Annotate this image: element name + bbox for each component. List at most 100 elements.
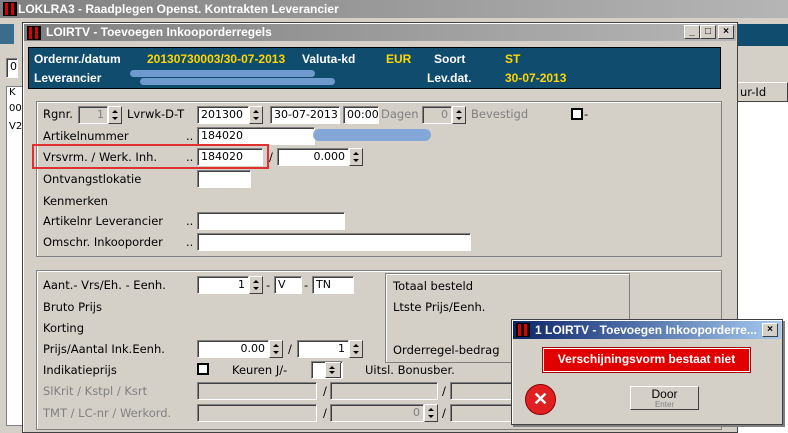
werk-inh-spinner[interactable] [349, 148, 363, 166]
vrsvrm-label: Vrsvrm. / Werk. Inh. [43, 150, 158, 164]
lvrwk-time-input[interactable]: 00:00 [343, 106, 379, 124]
tmt-sep-1: / [323, 406, 327, 420]
bg-window-strip [0, 24, 14, 44]
lvrwk-label: Lvrwk-D-T [127, 107, 185, 121]
app-icon [3, 2, 17, 16]
indikatieprijs-checkbox[interactable] [197, 363, 209, 375]
error-dialog-app-icon [516, 323, 530, 337]
valuta-label: Valuta-kd [302, 52, 356, 66]
korting-label: Korting [43, 321, 85, 335]
bg-grid-header-k: K [9, 87, 16, 98]
slkrit-input[interactable] [197, 382, 317, 400]
minimize-button[interactable]: _ [684, 25, 700, 39]
bevestigd-label: Bevestigd [471, 107, 529, 121]
prijs-spinner[interactable] [269, 340, 283, 358]
ontvangstlokatie-input[interactable] [197, 170, 251, 188]
slkrit-sep-2: / [442, 384, 446, 398]
omschr-inkooporder-label: Omschr. Inkooporder [43, 235, 163, 249]
door-button-sublabel: Enter [654, 400, 675, 409]
werk-separator: / [269, 150, 273, 164]
bg-grid-cell-v2: V2 [9, 121, 23, 132]
omschr-inkooporder-dots: .. [186, 235, 194, 249]
bg-window-title: LOKLRA3 - Raadplegen Openst. Kontrakten … [18, 2, 339, 16]
leverancier-label: Leverancier [34, 71, 102, 85]
dagen-spinner[interactable] [452, 106, 466, 124]
artikelnr-leverancier-input[interactable] [197, 212, 345, 230]
bg-input-left[interactable]: 0 [6, 58, 18, 78]
ksrt-input[interactable] [450, 382, 514, 400]
tmt-input[interactable] [197, 404, 317, 422]
keuren-dropdown-icon[interactable] [325, 362, 341, 378]
dagen-input[interactable]: 0 [422, 106, 452, 124]
keuren-label: Keuren J/- [232, 363, 288, 377]
artikelnr-leverancier-label: Artikelnr Leverancier [43, 214, 164, 228]
indikatieprijs-label: Indikatieprijs [43, 363, 117, 377]
aantal-label: Aant.- Vrs/Eh. - Eenh. [43, 278, 166, 292]
slkrit-label: SlKrit / Kstpl / Ksrt [43, 384, 148, 398]
bg-col-header-label: ur-Id [740, 85, 767, 99]
ltste-prijs-label: Ltste Prijs/Eenh. [393, 300, 486, 314]
aantal-sep-1: - [266, 278, 271, 292]
prijs-input[interactable]: 0.00 [197, 340, 269, 358]
main-app-icon [27, 26, 41, 40]
prijs-aantal-label: Prijs/Aantal Ink.Eenh. [43, 342, 165, 356]
lvrwk-week-spinner[interactable] [249, 106, 263, 124]
vrs-eh-input[interactable]: V [274, 276, 302, 294]
lcnr-spinner[interactable] [424, 404, 438, 422]
door-button[interactable]: Door Enter [630, 386, 699, 410]
artikelnummer-label: Artikelnummer [43, 129, 129, 143]
vrsvrm-input[interactable]: 184020 [197, 148, 263, 166]
maximize-button[interactable]: □ [700, 25, 716, 39]
redacted-supplier-scribble [130, 70, 315, 77]
prijs-separator: / [288, 342, 292, 356]
error-dialog-close-button[interactable]: × [762, 323, 778, 337]
levdat-label: Lev.dat. [427, 71, 472, 85]
artikelnummer-input[interactable]: 184020 [197, 127, 315, 145]
aantal-sep-2: - [304, 278, 309, 292]
rgnr-spinner[interactable] [108, 106, 122, 124]
prijs-aantal-input[interactable]: 1 [297, 340, 349, 358]
main-window-title: LOIRTV - Toevoegen Inkooporderregels [46, 25, 272, 39]
uitsl-bonusber-label: Uitsl. Bonusber. [365, 363, 455, 377]
aantal-spinner[interactable] [249, 276, 263, 294]
kstpl-input[interactable] [330, 382, 438, 400]
bevestigd-checkbox[interactable] [571, 108, 583, 120]
prijs-aantal-spinner[interactable] [349, 340, 363, 358]
bg-window-titlebar[interactable]: LOKLRA3 - Raadplegen Openst. Kontrakten … [0, 0, 788, 18]
dagen-label: Dagen [381, 107, 419, 121]
lvrwk-date-input[interactable]: 30-07-2013 [270, 106, 340, 124]
aantal-input[interactable]: 1 [197, 276, 249, 294]
error-dialog-title: 1 LOIRTV - Toevoegen Inkooporderre... [535, 323, 757, 337]
eenheid-input[interactable]: TN [312, 276, 354, 294]
redacted-supplier-scribble-2 [140, 78, 335, 85]
bg-window-blue-bar [735, 24, 788, 46]
levdat-value: 30-07-2013 [505, 71, 567, 85]
omschr-inkooporder-input[interactable] [197, 233, 471, 251]
error-message-text: Verschijningsvorm bestaat niet [557, 352, 736, 366]
redacted-article-scribble [313, 129, 431, 141]
totaal-besteld-label: Totaal besteld [393, 279, 474, 293]
error-dialog-titlebar[interactable]: 1 LOIRTV - Toevoegen Inkooporderre... [513, 321, 781, 339]
kenmerken-label: Kenmerken [43, 194, 108, 208]
order-header-band [28, 47, 721, 89]
valuta-value: EUR [386, 52, 412, 66]
tmt-sep-2: / [442, 406, 446, 420]
lvrwk-week-input[interactable]: 201300 [197, 106, 249, 124]
artikelnr-leverancier-dots: .. [186, 214, 194, 228]
close-button[interactable]: × [718, 25, 734, 39]
artikelnummer-dots: .. [186, 129, 194, 143]
werk-inh-input[interactable]: 0.000 [277, 148, 349, 166]
error-icon: ✕ [525, 384, 556, 415]
orderregel-bedrag-label: Orderregel-bedrag [393, 343, 500, 357]
werkord-input[interactable] [450, 404, 514, 422]
vrsvrm-dots: .. [186, 150, 194, 164]
rgnr-input[interactable]: 1 [78, 106, 108, 124]
ontvangstlokatie-label: Ontvangstlokatie [43, 172, 142, 186]
bg-grid-cell-00: 00 [9, 103, 22, 114]
lcnr-input[interactable]: 0 [330, 404, 424, 422]
error-icon-glyph: ✕ [532, 389, 549, 409]
ordernr-label: Ordernr./datum [34, 52, 121, 66]
main-window-titlebar[interactable]: LOIRTV - Toevoegen Inkooporderregels [24, 24, 736, 41]
soort-label: Soort [434, 52, 466, 66]
tmt-label: TMT / LC-nr / Werkord. [43, 406, 172, 420]
